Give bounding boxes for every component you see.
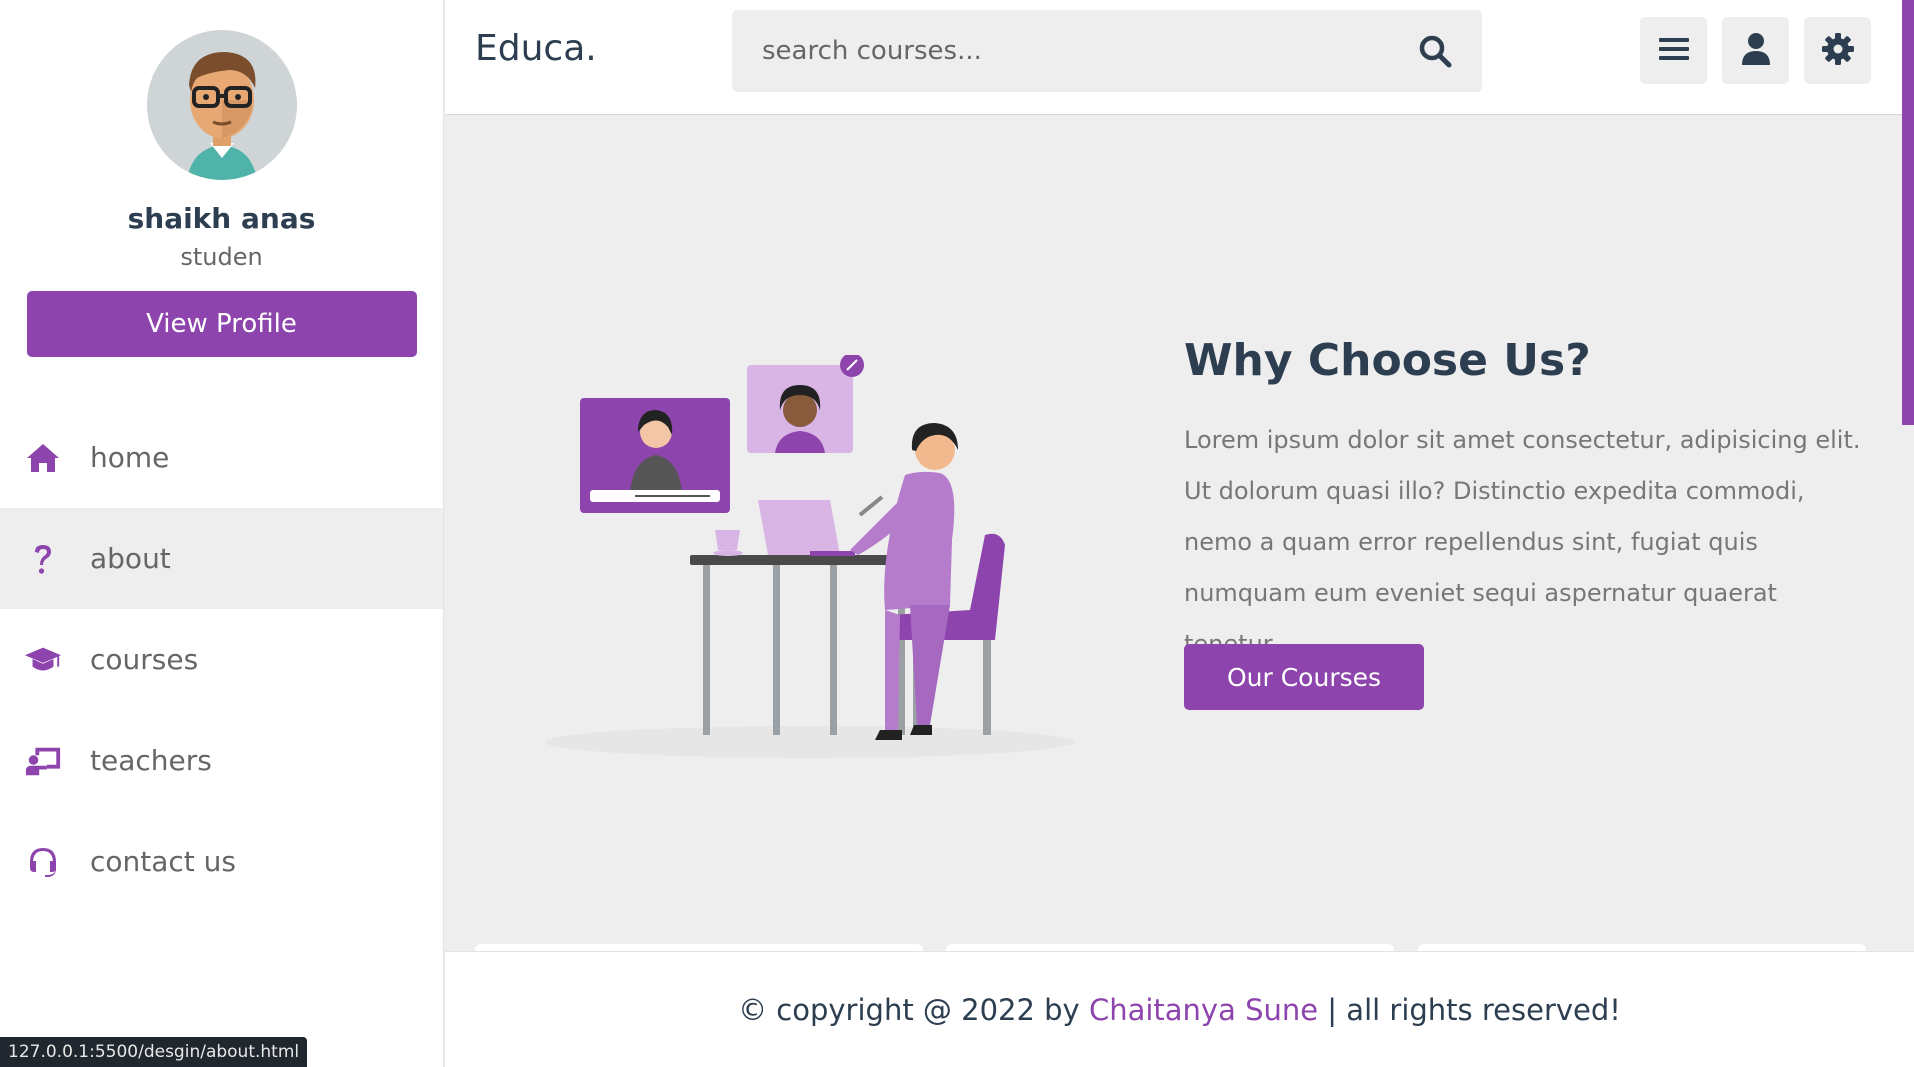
sidebar-item-teachers[interactable]: teachers — [0, 710, 443, 811]
sidebar-item-about[interactable]: about — [0, 508, 443, 609]
question-icon — [24, 540, 62, 578]
user-name: shaikh anas — [127, 202, 316, 235]
footer-copyright-prefix: © copyright @ 2022 by — [738, 993, 1089, 1027]
about-illustration — [540, 353, 1080, 765]
sidebar-item-label: home — [90, 441, 170, 474]
footer-copyright-suffix: | all rights reserved! — [1318, 993, 1621, 1027]
sidebar: shaikh anas studen View Profile home abo… — [0, 0, 444, 1067]
footer-author-name: Chaitanya Sune — [1088, 993, 1319, 1027]
user-role: studen — [180, 243, 263, 271]
profile-card: shaikh anas studen View Profile — [0, 0, 443, 357]
page-scrollbar[interactable] — [1902, 0, 1914, 425]
status-bar-url: 127.0.0.1:5500/desgin/about.html — [0, 1037, 308, 1067]
about-description: Lorem ipsum dolor sit amet consectetur, … — [1184, 426, 1861, 658]
user-icon — [1741, 32, 1770, 69]
gear-icon — [1821, 32, 1854, 69]
menu-icon — [1658, 36, 1689, 66]
user-button[interactable] — [1722, 17, 1789, 84]
sidebar-nav: home about courses teachers contact us — [0, 407, 443, 912]
search-icon[interactable] — [1418, 34, 1452, 68]
our-courses-button[interactable]: Our Courses — [1184, 644, 1424, 710]
sidebar-item-label: contact us — [90, 845, 237, 878]
about-title: Why Choose Us? — [1184, 335, 1591, 386]
header: Educa. — [445, 0, 1914, 115]
avatar — [146, 30, 297, 180]
headset-icon — [24, 843, 62, 881]
sidebar-item-label: about — [90, 542, 171, 575]
search-input[interactable] — [732, 10, 1412, 92]
sidebar-item-contact[interactable]: contact us — [0, 811, 443, 912]
sidebar-item-courses[interactable]: courses — [0, 609, 443, 710]
logo[interactable]: Educa. — [475, 28, 597, 69]
view-profile-button[interactable]: View Profile — [26, 291, 417, 357]
sidebar-item-label: teachers — [90, 744, 212, 777]
footer: © copyright @ 2022 by Chaitanya Sune | a… — [445, 951, 1914, 1067]
home-icon — [24, 439, 62, 477]
settings-button[interactable] — [1804, 17, 1871, 84]
menu-button[interactable] — [1640, 17, 1707, 84]
graduation-cap-icon — [24, 641, 62, 679]
sidebar-item-home[interactable]: home — [0, 407, 443, 508]
sidebar-item-label: courses — [90, 643, 199, 676]
chalkboard-teacher-icon — [24, 742, 62, 780]
search-form — [732, 10, 1482, 92]
